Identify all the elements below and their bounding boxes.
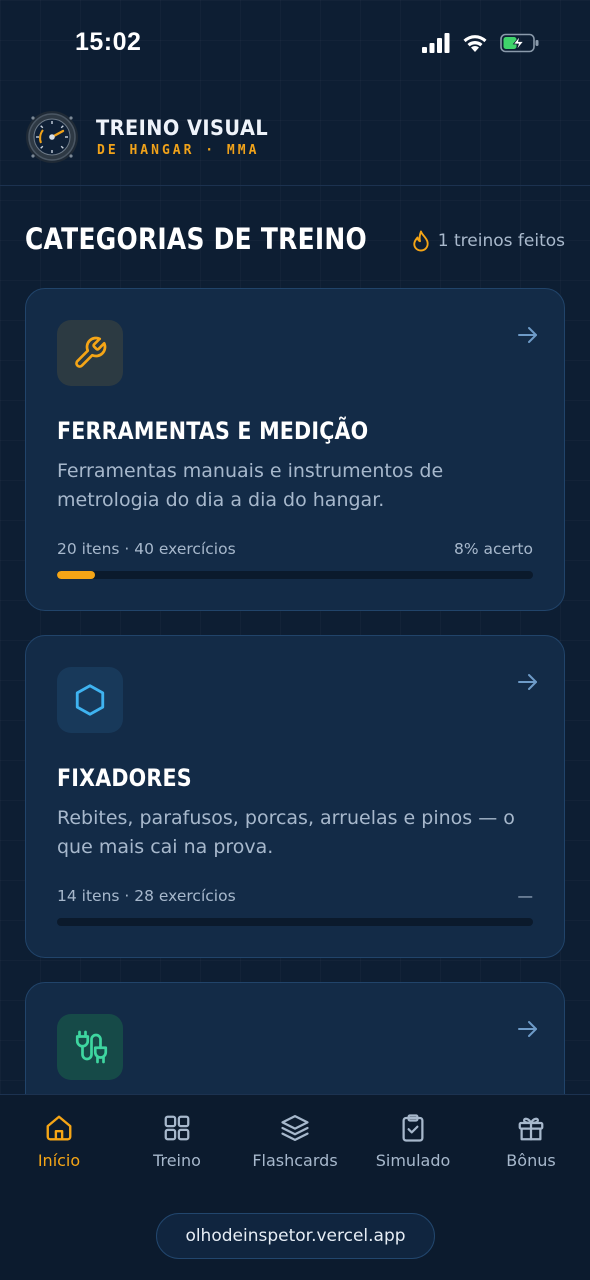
gift-icon xyxy=(518,1117,544,1141)
category-item-count: 20 itens · 40 exercícios xyxy=(57,540,236,558)
arrow-right-icon[interactable] xyxy=(516,1017,540,1041)
category-item-count: 14 itens · 28 exercícios xyxy=(57,887,236,905)
category-description: Rebites, parafusos, porcas, arruelas e p… xyxy=(57,807,515,858)
nav-item-flashcards[interactable]: Flashcards xyxy=(236,1113,354,1170)
category-stats: 14 itens · 28 exercícios — xyxy=(57,887,533,905)
status-time: 15:02 xyxy=(75,28,142,56)
arrow-right-icon[interactable] xyxy=(516,670,540,694)
progress-bar xyxy=(57,918,533,926)
grid-icon xyxy=(164,1115,190,1141)
category-icon-box xyxy=(57,667,123,733)
brand-subtitle: DE HANGAR · MMA xyxy=(97,143,260,158)
streak-text: 1 treinos feitos xyxy=(437,231,565,251)
category-title: FERRAMENTAS E MEDIÇÃO xyxy=(57,417,369,445)
progress-bar xyxy=(57,571,533,579)
brand-title: TREINO VISUAL xyxy=(96,116,269,140)
wifi-icon xyxy=(463,35,487,52)
app-header: TREINO VISUAL DE HANGAR · MMA xyxy=(0,88,590,186)
progress-fill xyxy=(57,571,96,579)
hexagon-icon xyxy=(75,684,105,716)
flame-icon xyxy=(413,230,429,252)
arrow-right-icon[interactable] xyxy=(516,323,540,347)
battery-charging-icon xyxy=(500,33,539,53)
status-bar: 15:02 xyxy=(0,0,590,88)
category-accuracy: — xyxy=(517,887,534,905)
nav-label: Simulado xyxy=(375,1151,451,1170)
category-card-fixadores[interactable]: FIXADORES Rebites, parafusos, porcas, ar… xyxy=(25,635,565,958)
wrench-icon xyxy=(75,336,107,368)
nav-label: Início xyxy=(37,1151,81,1170)
layers-icon xyxy=(281,1115,309,1141)
bottom-nav: Início Treino Flashcards Simulado Bônus … xyxy=(0,1094,590,1280)
category-description: Ferramentas manuais e instrumentos de me… xyxy=(57,460,444,511)
nav-label: Flashcards xyxy=(252,1151,338,1170)
url-bar[interactable]: olhodeinspetor.vercel.app xyxy=(156,1213,435,1259)
category-card-ferramentas[interactable]: FERRAMENTAS E MEDIÇÃO Ferramentas manuai… xyxy=(25,288,565,611)
category-title: FIXADORES xyxy=(57,764,192,792)
nav-item-simulado[interactable]: Simulado xyxy=(354,1113,472,1170)
plug-icon xyxy=(75,1030,108,1064)
cellular-signal-icon xyxy=(422,33,450,53)
status-icons xyxy=(422,33,540,53)
nav-item-treino[interactable]: Treino xyxy=(118,1113,236,1170)
category-accuracy: 8% acerto xyxy=(453,540,533,558)
category-stats: 20 itens · 40 exercícios 8% acerto xyxy=(57,540,533,558)
category-icon-box xyxy=(57,320,123,386)
gauge-logo-icon[interactable] xyxy=(25,110,79,164)
section-title: CATEGORIAS DE TREINO xyxy=(25,222,368,256)
category-icon-box xyxy=(57,1014,123,1080)
nav-label: Bônus xyxy=(506,1151,556,1170)
streak-counter: 1 treinos feitos xyxy=(412,230,565,252)
clipboard-check-icon xyxy=(402,1114,424,1142)
nav-item-inicio[interactable]: Início xyxy=(0,1113,118,1170)
nav-item-bonus[interactable]: Bônus xyxy=(472,1113,590,1170)
nav-label: Treino xyxy=(153,1151,201,1170)
home-icon xyxy=(46,1115,72,1141)
